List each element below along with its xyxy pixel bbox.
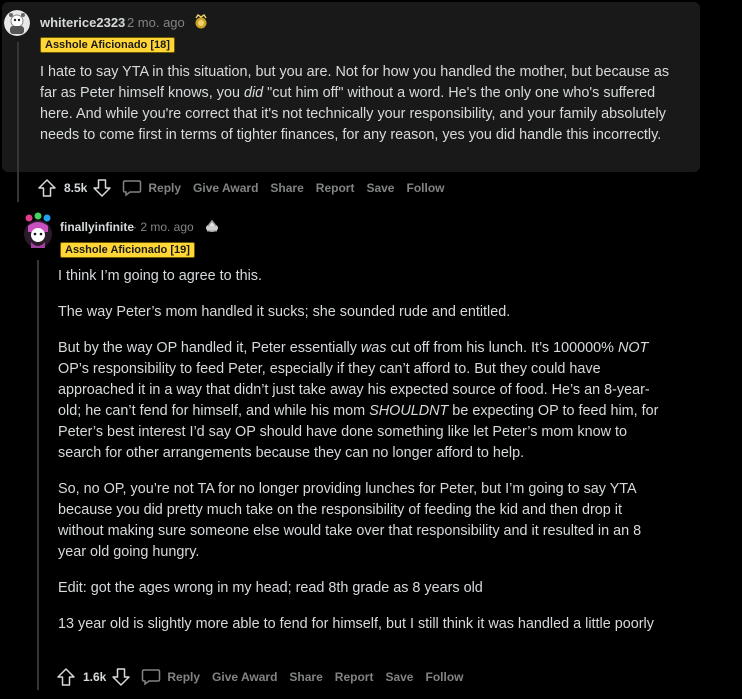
- comment-timestamp[interactable]: · 2 mo. ago: [133, 220, 194, 234]
- speech-bubble-icon: [142, 669, 161, 686]
- thread-collapse-line[interactable]: [37, 260, 39, 690]
- upvote-arrow-up-icon[interactable]: [56, 667, 76, 687]
- report-button[interactable]: Report: [316, 181, 355, 195]
- comment-paragraph: The way Peter’s mom handled it sucks; sh…: [58, 304, 511, 320]
- avatar[interactable]: [4, 10, 30, 36]
- reply-button[interactable]: Reply: [141, 668, 200, 686]
- vote-count: 1.6k: [83, 670, 107, 684]
- report-button[interactable]: Report: [335, 670, 374, 684]
- emphasized-text: NOT: [617, 340, 649, 356]
- reply-label: Reply: [167, 670, 201, 684]
- award-icon[interactable]: [204, 218, 220, 239]
- vote-count: 8.5k: [64, 181, 88, 195]
- comment-paragraph: So, no OP, you’re not TA for no longer p…: [58, 481, 642, 560]
- comment-paragraph: Edit: got the ages wrong in my head; rea…: [58, 580, 483, 596]
- thread-collapse-line[interactable]: [17, 42, 19, 202]
- comment-timestamp[interactable]: · 2 mo. ago: [119, 15, 185, 30]
- reply-button[interactable]: Reply: [122, 179, 181, 197]
- reply-label: Reply: [148, 181, 182, 195]
- follow-button[interactable]: Follow: [425, 670, 463, 684]
- user-flair: Asshole Aficionado [19]: [60, 242, 195, 258]
- award-icon[interactable]: [193, 14, 209, 35]
- downvote-arrow-down-icon[interactable]: [92, 178, 112, 198]
- emphasized-text: SHOULDNT: [369, 403, 449, 419]
- comment-action-bar: 8.5k Reply Give Award Share Report Save …: [37, 176, 456, 200]
- save-button[interactable]: Save: [385, 670, 413, 684]
- avatar[interactable]: [22, 212, 54, 252]
- comment-username[interactable]: finallyinfinite: [60, 220, 134, 234]
- comment-paragraph: But by the way OP handled it, Peter esse…: [58, 340, 659, 461]
- give-award-button[interactable]: Give Award: [193, 181, 258, 195]
- share-button[interactable]: Share: [270, 181, 303, 195]
- comment-body: I hate to say YTA in this situation, but…: [40, 62, 680, 146]
- comment-paragraph: I hate to say YTA in this situation, but…: [40, 64, 670, 143]
- downvote-arrow-down-icon[interactable]: [111, 667, 131, 687]
- emphasized-text: was: [360, 340, 387, 356]
- comment-paragraph: 13 year old is slightly more able to fen…: [58, 616, 654, 632]
- user-flair: Asshole Aficionado [18]: [40, 37, 175, 53]
- comment-body: I think I’m going to agree to this. The w…: [58, 266, 668, 635]
- comment-username[interactable]: whiterice2323: [40, 15, 125, 30]
- comment-paragraph: I think I’m going to agree to this.: [58, 268, 262, 284]
- speech-bubble-icon: [123, 180, 142, 197]
- follow-button[interactable]: Follow: [406, 181, 444, 195]
- emphasized-text: did: [243, 85, 264, 101]
- save-button[interactable]: Save: [366, 181, 394, 195]
- upvote-arrow-up-icon[interactable]: [37, 178, 57, 198]
- share-button[interactable]: Share: [289, 670, 322, 684]
- comment-action-bar: 1.6k Reply Give Award Share Report Save …: [56, 665, 475, 689]
- give-award-button[interactable]: Give Award: [212, 670, 277, 684]
